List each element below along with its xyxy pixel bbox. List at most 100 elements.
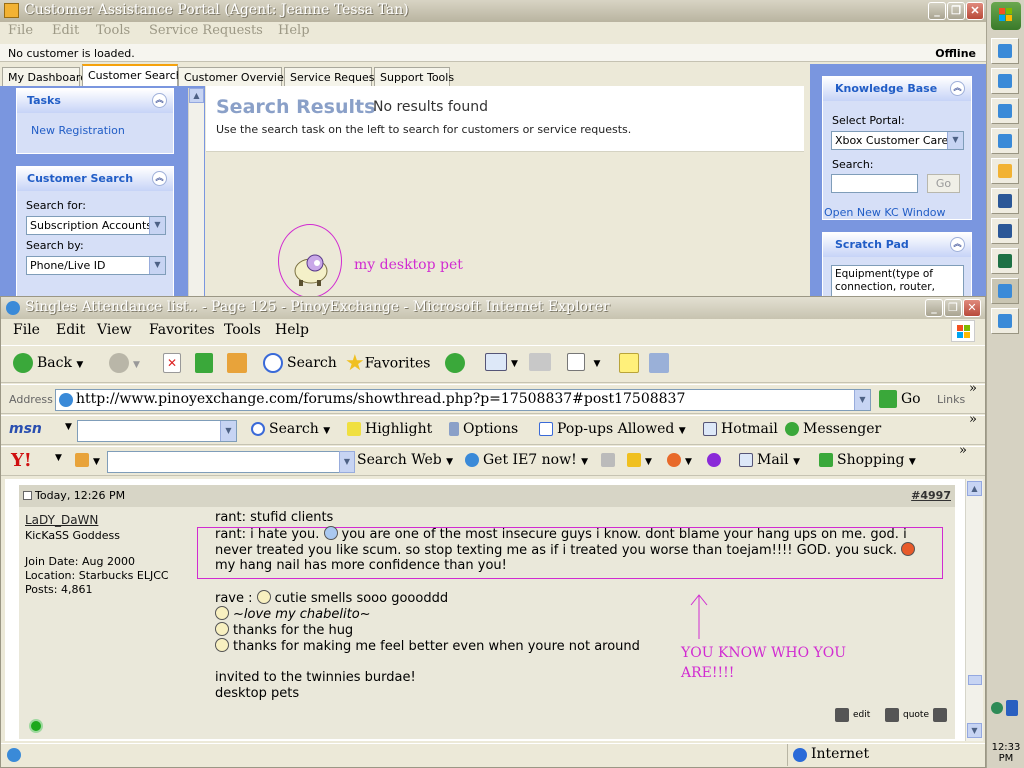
portal-task-icon[interactable] bbox=[991, 158, 1019, 184]
security-shield-icon[interactable] bbox=[1006, 700, 1018, 716]
menu-help[interactable]: Help bbox=[275, 322, 309, 338]
scroll-up-icon[interactable]: ▲ bbox=[967, 481, 982, 496]
chevron-down-icon[interactable]: ▼ bbox=[947, 132, 963, 149]
scroll-thumb[interactable] bbox=[968, 675, 982, 685]
yahoo-search-input[interactable] bbox=[107, 451, 355, 473]
minimize-icon[interactable]: _ bbox=[928, 2, 946, 20]
msn-logo[interactable]: msn bbox=[9, 421, 42, 437]
music-button[interactable] bbox=[707, 452, 725, 468]
pen-icon[interactable] bbox=[601, 452, 619, 468]
ie-task-icon[interactable] bbox=[991, 128, 1019, 154]
back-button[interactable]: Back ▼ bbox=[13, 353, 83, 373]
menu-file[interactable]: File bbox=[8, 23, 33, 38]
ie-task-icon[interactable] bbox=[991, 38, 1019, 64]
knowledge-base-header[interactable]: Knowledge Base ︽ bbox=[823, 77, 971, 101]
chevron-right-icon[interactable]: » bbox=[959, 443, 967, 458]
msn-search-button[interactable]: Search ▼ bbox=[251, 421, 330, 437]
print-button[interactable] bbox=[529, 353, 555, 371]
popup-blocker-button[interactable]: ▼ bbox=[627, 452, 652, 468]
chevron-down-icon[interactable]: ▼ bbox=[55, 453, 62, 463]
yahoo-logo[interactable]: Y! bbox=[11, 450, 32, 471]
portal-title-bar[interactable]: Customer Assistance Portal (Agent: Jeann… bbox=[0, 0, 986, 22]
chevron-down-icon[interactable]: ▼ bbox=[854, 390, 870, 410]
windows-logo-icon[interactable] bbox=[991, 2, 1021, 30]
minimize-icon[interactable]: _ bbox=[925, 299, 943, 317]
tasks-header[interactable]: Tasks ︽ bbox=[17, 89, 173, 113]
tab-my-dashboard[interactable]: My Dashboard bbox=[2, 67, 87, 86]
antispy-button[interactable]: ▼ bbox=[667, 452, 692, 468]
collapse-icon[interactable]: ︽ bbox=[950, 237, 965, 252]
messenger-button[interactable]: Messenger bbox=[785, 421, 881, 437]
shopping-button[interactable]: Shopping ▼ bbox=[819, 452, 916, 468]
address-input[interactable]: http://www.pinoyexchange.com/forums/show… bbox=[55, 389, 871, 411]
msn-search-input[interactable]: ▼ bbox=[77, 420, 237, 442]
search-button[interactable]: Search bbox=[263, 353, 337, 373]
chevron-right-icon[interactable]: » bbox=[969, 381, 977, 396]
notes-button[interactable] bbox=[619, 353, 643, 373]
kb-search-input[interactable] bbox=[831, 174, 918, 193]
portal-select[interactable]: Xbox Customer Care (g ▼ bbox=[831, 131, 964, 150]
tab-customer-search[interactable]: Customer Search bbox=[82, 64, 183, 86]
scroll-down-icon[interactable]: ▼ bbox=[967, 723, 982, 738]
menu-tools[interactable]: Tools bbox=[224, 322, 261, 338]
yahoo-mail-button[interactable]: Mail ▼ bbox=[739, 452, 800, 468]
menu-help[interactable]: Help bbox=[278, 23, 310, 38]
excel-task-icon[interactable] bbox=[991, 248, 1019, 274]
chevron-right-icon[interactable]: » bbox=[969, 412, 977, 427]
word-task-icon[interactable] bbox=[991, 218, 1019, 244]
kb-go-button[interactable]: Go bbox=[927, 174, 960, 193]
hotmail-button[interactable]: Hotmail bbox=[703, 421, 778, 437]
ie-task-icon[interactable] bbox=[991, 68, 1019, 94]
menu-edit[interactable]: Edit bbox=[52, 23, 79, 38]
chevron-down-icon[interactable]: ▼ bbox=[65, 422, 72, 432]
page-scrollbar[interactable]: ▲ ▼ bbox=[965, 479, 983, 741]
menu-file[interactable]: File bbox=[13, 322, 40, 338]
search-by-select[interactable]: Phone/Live ID ▼ bbox=[26, 256, 166, 275]
pencil-button[interactable]: ▼ bbox=[75, 452, 100, 468]
home-button[interactable] bbox=[227, 353, 251, 373]
chevron-down-icon[interactable]: ▼ bbox=[220, 421, 236, 441]
links-label[interactable]: Links bbox=[937, 393, 965, 406]
tab-support-tools[interactable]: Support Tools bbox=[374, 67, 454, 86]
post-username[interactable]: LaDY_DaWN bbox=[25, 513, 98, 527]
ie-task-icon[interactable] bbox=[991, 98, 1019, 124]
taskbar-clock[interactable]: 12:33 PM bbox=[987, 742, 1024, 764]
post-number-link[interactable]: #4997 bbox=[911, 489, 951, 502]
chevron-down-icon[interactable]: ▼ bbox=[149, 257, 165, 274]
menu-service-requests[interactable]: Service Requests bbox=[149, 23, 263, 38]
refresh-button[interactable] bbox=[195, 353, 217, 373]
tab-service-request[interactable]: Service Request bbox=[284, 67, 379, 86]
forward-button[interactable]: ▼ bbox=[109, 353, 140, 373]
edit-button[interactable]: ▼ bbox=[567, 353, 600, 371]
search-for-select[interactable]: Subscription Accounts ▼ bbox=[26, 216, 166, 235]
ie-task-icon[interactable] bbox=[991, 308, 1019, 334]
maximize-icon[interactable]: ❐ bbox=[947, 2, 965, 20]
chevron-down-icon[interactable]: ▼ bbox=[339, 451, 355, 473]
network-icon[interactable] bbox=[991, 702, 1003, 714]
close-icon[interactable]: ✕ bbox=[963, 299, 981, 317]
history-button[interactable] bbox=[445, 353, 469, 373]
search-web-button[interactable]: Search Web ▼ bbox=[357, 452, 453, 468]
collapse-icon[interactable]: ︽ bbox=[152, 93, 167, 108]
edit-button[interactable]: edit bbox=[835, 707, 870, 723]
scroll-up-icon[interactable]: ▲ bbox=[189, 88, 204, 103]
favorites-button[interactable]: ★Favorites bbox=[345, 351, 430, 376]
menu-favorites[interactable]: Favorites bbox=[149, 322, 215, 338]
highlight-button[interactable]: Highlight bbox=[347, 421, 432, 437]
tab-customer-overview[interactable]: Customer Overview bbox=[178, 67, 293, 86]
collapse-icon[interactable]: ︽ bbox=[152, 171, 167, 186]
go-button[interactable]: Go bbox=[879, 390, 921, 408]
options-button[interactable]: Options bbox=[449, 421, 518, 437]
close-icon[interactable]: ✕ bbox=[966, 2, 984, 20]
customer-search-header[interactable]: Customer Search ︽ bbox=[17, 167, 173, 191]
scratch-pad-header[interactable]: Scratch Pad ︽ bbox=[823, 233, 971, 257]
get-ie7-button[interactable]: Get IE7 now! ▼ bbox=[465, 452, 588, 468]
stop-button[interactable]: ✕ bbox=[163, 353, 185, 373]
ie-title-bar[interactable]: Singles Attendance list.. - Page 125 - P… bbox=[1, 297, 985, 319]
new-registration-link[interactable]: New Registration bbox=[17, 113, 173, 137]
chevron-down-icon[interactable]: ▼ bbox=[149, 217, 165, 234]
maximize-icon[interactable]: ❐ bbox=[944, 299, 962, 317]
word-task-icon[interactable] bbox=[991, 188, 1019, 214]
mail-button[interactable]: ▼ bbox=[485, 353, 518, 371]
open-kc-window-link[interactable]: Open New KC Window bbox=[824, 206, 946, 219]
